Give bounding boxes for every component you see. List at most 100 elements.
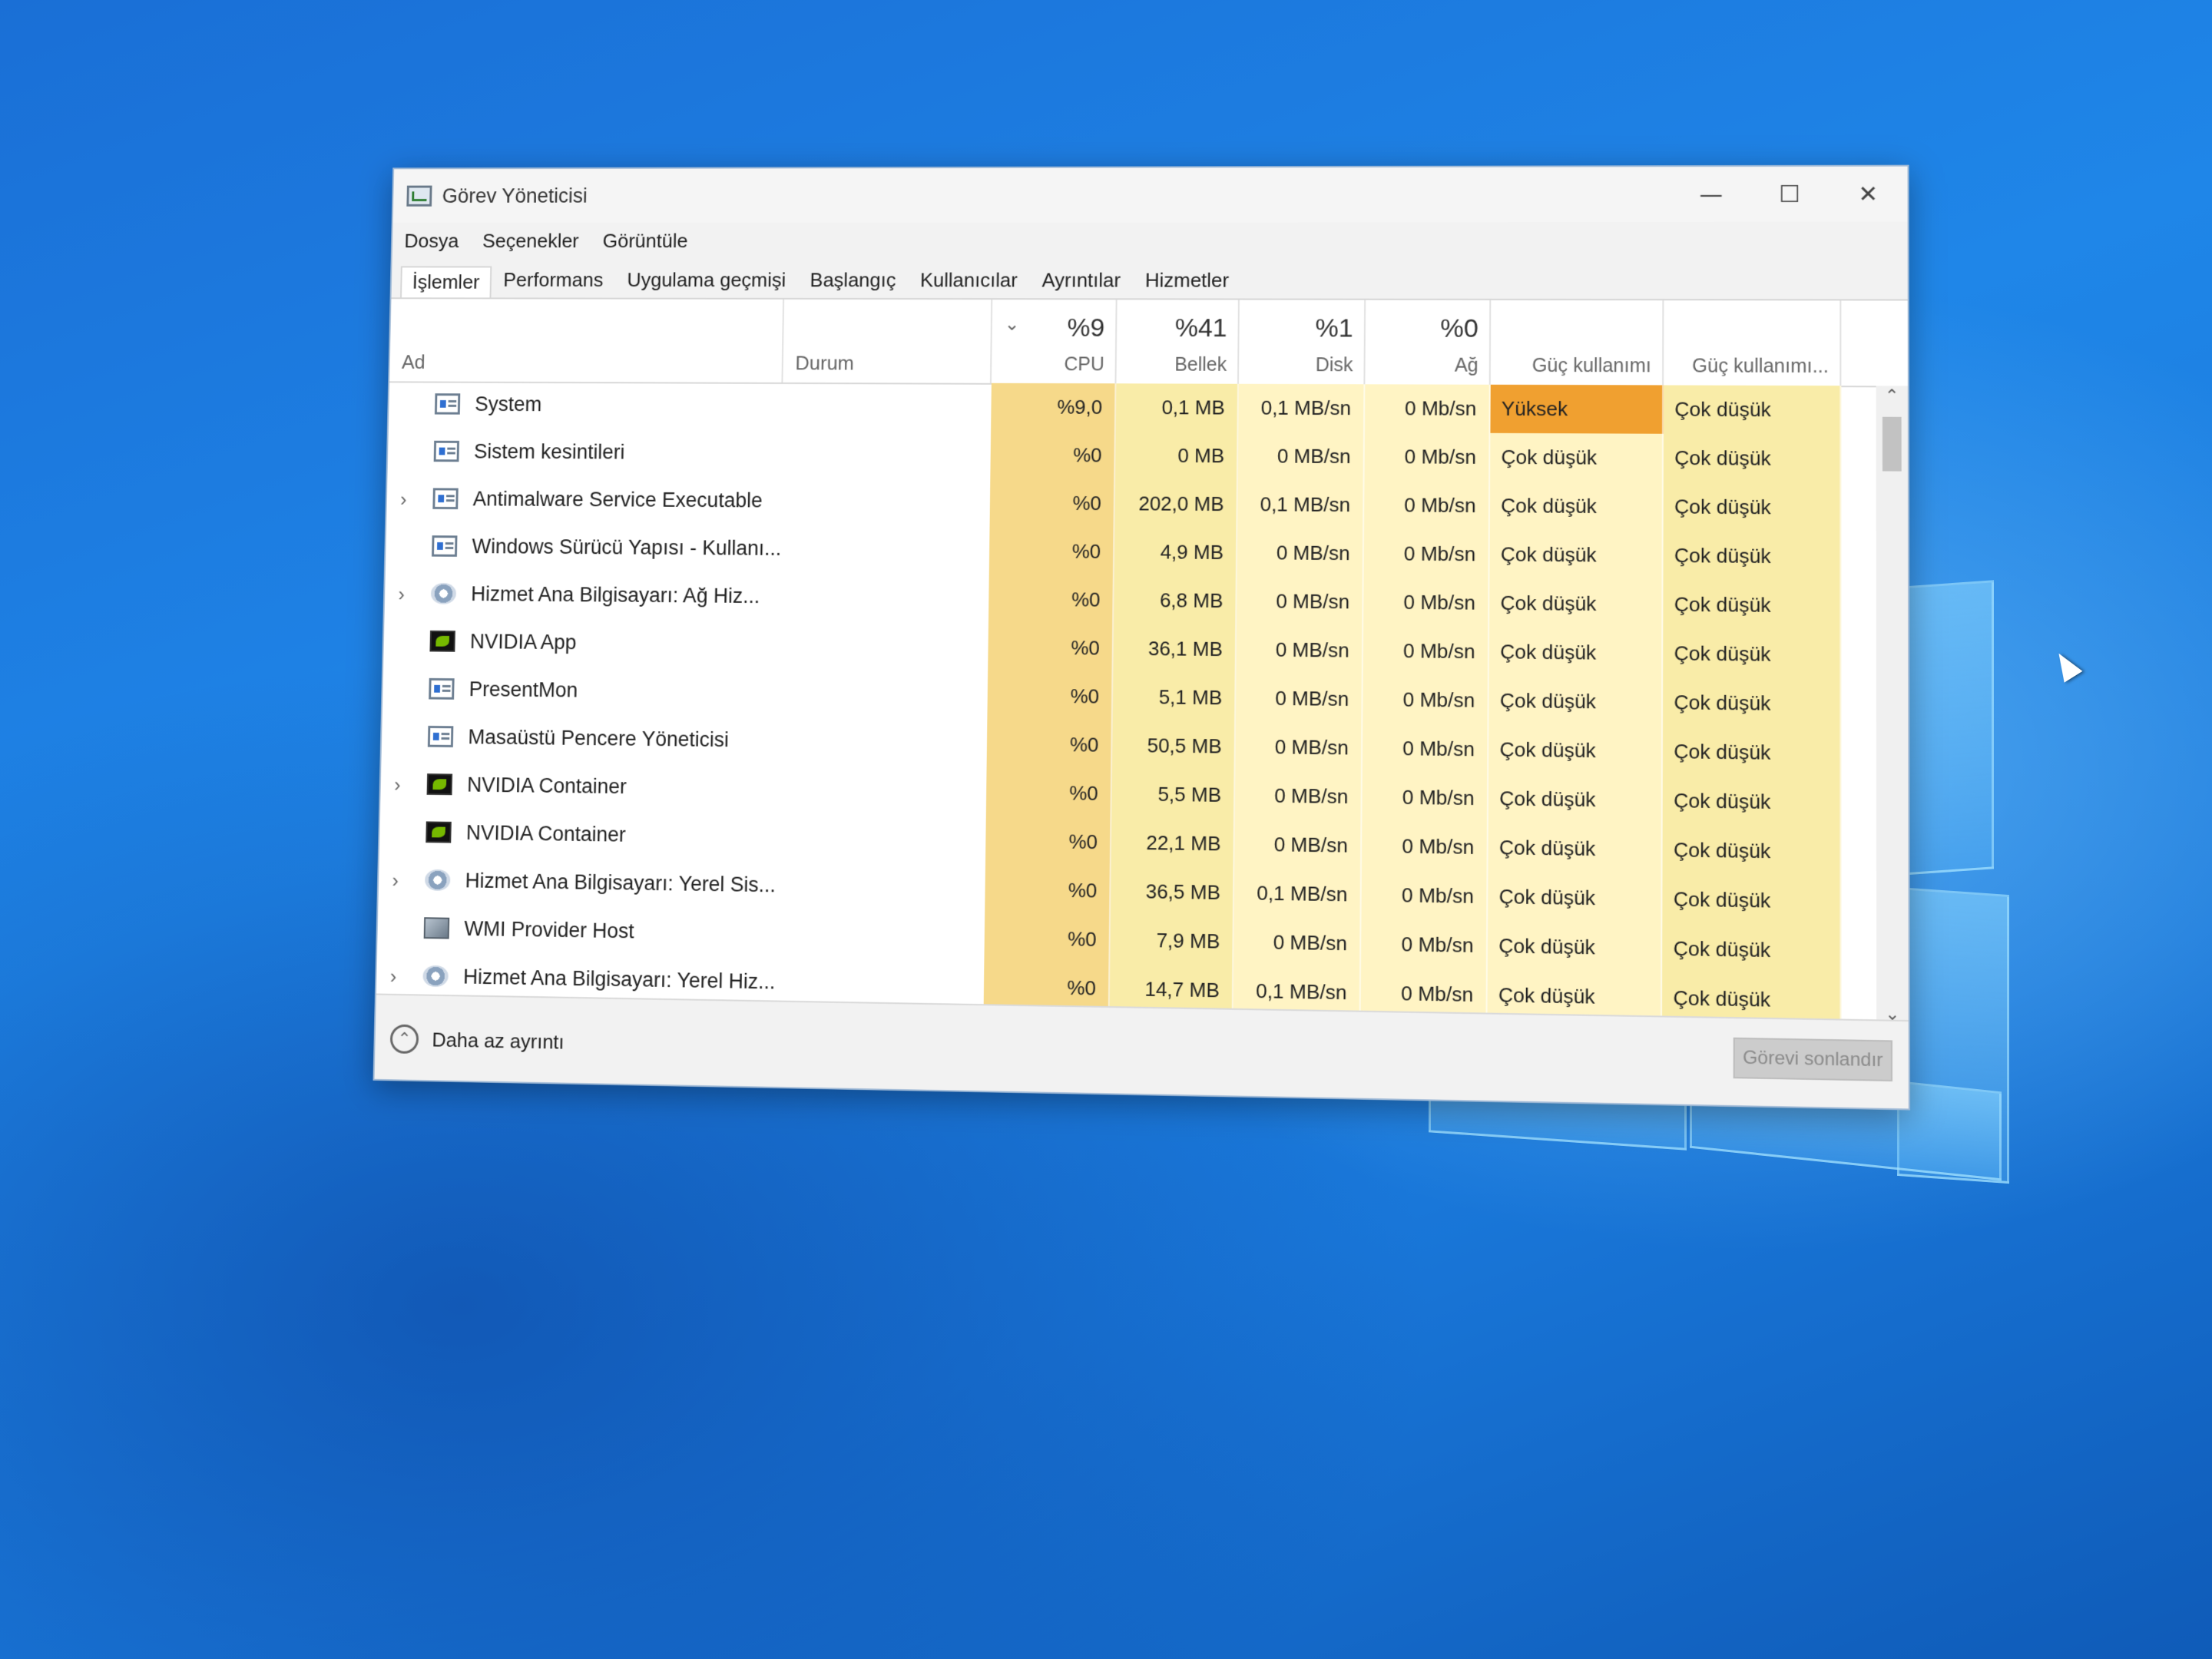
menu-secenekler[interactable]: Seçenekler [482,229,579,252]
process-name: Hizmet Ana Bilgisayarı: Yerel Hiz... [462,965,776,994]
process-power-trend: Çok düşük [1663,531,1842,581]
process-network: 0 Mb/sn [1363,674,1489,726]
process-disk: 0 MB/sn [1237,432,1365,482]
expand-chevron-icon[interactable]: › [392,869,399,892]
process-power-trend: Çok düşük [1662,923,1842,977]
process-power-trend: Çok düşük [1662,677,1842,730]
process-name: WMI Provider Host [464,917,634,943]
process-power-trend: Çok düşük [1662,825,1842,877]
window-icon [432,535,458,557]
wmi-icon [423,917,450,939]
scroll-up-icon[interactable]: ⌃ [1876,386,1908,413]
process-name: Antimalware Service Executable [472,487,763,512]
tab-kullanicilar[interactable]: Kullanıcılar [908,267,1030,299]
process-memory: 36,5 MB [1111,866,1235,918]
process-row[interactable]: Sistem kesintileri %0 0 MB 0 MB/sn 0 Mb/sn Ço… [387,429,1876,484]
memory-label: Bellek [1174,353,1227,376]
title-bar[interactable]: Görev Yöneticisi — ☐ ✕ [392,166,1908,224]
scrollbar-thumb[interactable] [1882,416,1902,472]
process-network: 0 Mb/sn [1362,724,1489,774]
process-cpu: %0 [985,865,1111,916]
process-status [774,910,985,962]
column-power[interactable]: Güç kullanımı [1490,300,1664,386]
column-power-trend[interactable]: Güç kullanımı... [1664,300,1842,386]
minimize-button[interactable]: — [1672,167,1750,222]
nvidia-icon [429,630,455,652]
process-power: Çok düşük [1488,627,1664,678]
column-name[interactable]: Ad [389,299,785,382]
collapse-circle-icon[interactable]: ⌃ [389,1024,419,1055]
process-network: 0 Mb/sn [1363,529,1490,579]
process-network: 0 Mb/sn [1364,481,1491,531]
process-cpu: %0 [988,527,1115,576]
process-disk: 0 MB/sn [1233,917,1362,969]
expand-chevron-icon[interactable]: › [398,583,405,607]
window-controls: — ☐ ✕ [1672,167,1908,222]
process-power: Çok düşük [1488,773,1663,826]
process-network: 0 Mb/sn [1361,919,1488,971]
process-memory: 7,9 MB [1110,915,1234,967]
cpu-total-percent: %9 [1067,313,1105,343]
cpu-label: CPU [1064,353,1104,376]
process-power: Çok düşük [1488,872,1663,924]
menu-dosya[interactable]: Dosya [404,229,459,252]
tab-ayrintilar[interactable]: Ayrıntılar [1029,267,1133,299]
process-status [778,670,988,720]
process-power: Çok düşük [1489,530,1664,581]
vertical-scrollbar[interactable]: ⌃ ⌄ [1876,386,1909,1033]
process-memory: 0,1 MB [1115,383,1239,432]
process-network: 0 Mb/sn [1364,432,1491,482]
tab-uygulama-gecmisi[interactable]: Uygulama geçmişi [614,267,798,298]
process-power: Çok düşük [1488,725,1663,777]
less-details-link[interactable]: Daha az ayrıntı [432,1028,565,1055]
process-cpu: %0 [988,623,1114,673]
nvidia-icon [426,821,452,843]
window-icon [427,725,454,747]
process-row[interactable]: System %9,0 0,1 MB 0,1 MB/sn 0 Mb/sn Yüksek Ço… [389,381,1876,435]
process-cpu: %0 [988,575,1114,624]
column-disk[interactable]: %1 Disk [1238,300,1366,385]
tab-hizmetler[interactable]: Hizmetler [1133,267,1242,299]
column-network[interactable]: %0 Ağ [1365,300,1492,385]
column-memory[interactable]: %41 Bellek [1116,300,1240,384]
process-name: Sistem kesintileri [473,440,625,464]
process-disk: 0 MB/sn [1237,577,1364,627]
tab-islemler[interactable]: İşlemler [400,266,492,298]
tab-bar: İşlemler Performans Uygulama geçmişi Baş… [391,260,1908,301]
process-power-trend: Çok düşük [1662,727,1842,779]
column-status[interactable]: Durum [783,299,993,383]
process-memory: 6,8 MB [1114,575,1237,626]
process-disk: 0 MB/sn [1236,625,1364,675]
process-memory: 5,1 MB [1112,672,1237,723]
window-icon [434,393,461,415]
process-status [777,766,987,816]
process-name: NVIDIA App [469,630,577,654]
process-power: Çok düşük [1489,578,1664,629]
mouse-cursor-icon [2049,647,2083,683]
process-disk: 0 MB/sn [1235,722,1363,773]
task-manager-window: Görev Yöneticisi — ☐ ✕ Dosya Seçenekler … [373,164,1910,1111]
process-cpu: %0 [987,671,1114,721]
process-list: Ad Durum ⌄ %9 CPU %41 Bellek %1 Disk %0 … [376,299,1909,1033]
maximize-button[interactable]: ☐ [1750,167,1829,222]
network-label: Ağ [1454,354,1479,376]
process-name: NVIDIA Container [465,821,627,846]
process-name: Masaüstü Pencere Yöneticisi [468,725,730,752]
expand-chevron-icon[interactable]: › [400,488,407,511]
menu-goruntule[interactable]: Görüntüle [602,229,687,252]
tab-baslangic[interactable]: Başlangıç [798,267,909,298]
process-power-trend: Çok düşük [1663,385,1842,435]
process-memory: 36,1 MB [1113,624,1237,674]
process-disk: 0 MB/sn [1236,674,1363,724]
nvidia-icon [426,773,453,796]
process-status [780,478,990,527]
expand-chevron-icon[interactable]: › [390,965,397,988]
process-power: Çok düşük [1489,481,1664,531]
gear-icon [422,965,449,988]
close-button[interactable]: ✕ [1829,167,1908,222]
process-power-trend: Çok düşük [1663,580,1842,631]
column-cpu[interactable]: ⌄ %9 CPU [991,300,1118,384]
expand-chevron-icon[interactable]: › [394,773,401,797]
tab-performans[interactable]: Performans [491,267,615,298]
end-task-button[interactable]: Görevi sonlandır [1733,1037,1892,1081]
